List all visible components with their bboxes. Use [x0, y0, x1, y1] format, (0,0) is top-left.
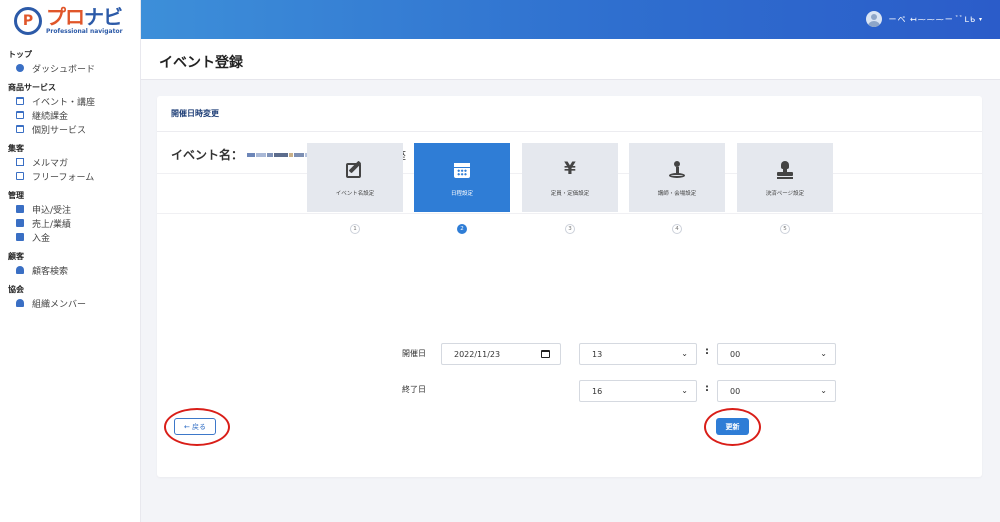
calendar-icon [16, 125, 24, 133]
folder-icon [16, 205, 24, 213]
step-number-5: 5 [780, 224, 790, 234]
sidebar-item-newsletter[interactable]: メルマガ [0, 155, 140, 169]
sidebar-item-customer-search[interactable]: 顧客検索 [0, 263, 140, 277]
start-date-input[interactable]: 2022/11/23 [441, 343, 561, 365]
folder-icon [16, 219, 24, 227]
logo-tagline: Professional navigator [46, 28, 123, 35]
sidebar-item-sales[interactable]: 売上/業績 [0, 216, 140, 230]
start-hour-select[interactable]: 13 ⌄ [579, 343, 697, 365]
page-title: イベント登録 [159, 55, 243, 71]
dashboard-icon [16, 64, 24, 72]
step-label: 講師・会場設定 [657, 191, 697, 197]
nav-section-title: 商品サービス [8, 83, 56, 92]
card-title: 開催日時変更 [171, 109, 219, 118]
step-number-3: 3 [565, 224, 575, 234]
logo[interactable]: P プロナビ Professional navigator [0, 0, 140, 42]
nav-section-title: 管理 [8, 191, 24, 200]
end-date-label: 終了日 [402, 385, 426, 394]
sidebar-item-payments[interactable]: 入金 [0, 230, 140, 244]
highlight-ring-update [704, 408, 761, 446]
time-separator: : [705, 383, 709, 394]
form-icon [16, 172, 24, 180]
calendar-icon [453, 161, 471, 179]
mail-icon [16, 158, 24, 166]
page-header: イベント登録 [141, 39, 1000, 80]
folder-icon [16, 233, 24, 241]
nav-section-association: 協会 組織メンバー [0, 284, 140, 310]
highlight-ring-back [164, 408, 230, 446]
nav-section-top: トップ ダッシュボード [0, 49, 140, 75]
step-label: 日程設定 [450, 191, 473, 197]
divider [157, 213, 982, 214]
nav-section-title: 顧客 [8, 252, 24, 261]
nav-section-title: 集客 [8, 144, 24, 153]
sidebar-item-free-form[interactable]: フリーフォーム [0, 169, 140, 183]
nav-section-title: 協会 [8, 285, 24, 294]
logo-name-a: プロ [46, 5, 85, 29]
divider [157, 131, 982, 132]
chevron-down-icon: ⌄ [820, 349, 827, 358]
step-label: イベント名設定 [335, 191, 375, 197]
sidebar-item-dashboard[interactable]: ダッシュボード [0, 61, 140, 75]
end-hour-select[interactable]: 16 ⌄ [579, 380, 697, 402]
nav-section-management: 管理 申込/受注 売上/業績 入金 [0, 190, 140, 244]
nav-section-products: 商品サービス イベント・講座 継続課金 個別サービス [0, 82, 140, 136]
step-capacity-price[interactable]: ¥ 定員・定価設定 [522, 143, 618, 212]
chevron-down-icon: ⌄ [820, 386, 827, 395]
nav-section-marketing: 集客 メルマガ フリーフォーム [0, 143, 140, 183]
step-number-4: 4 [672, 224, 682, 234]
location-pin-icon [668, 161, 686, 179]
logo-mark-icon: P [14, 7, 42, 35]
step-label: 定員・定価設定 [550, 191, 590, 197]
nav-section-customers: 顧客 顧客検索 [0, 251, 140, 277]
users-icon [16, 266, 24, 274]
calendar-icon [16, 97, 24, 105]
nav-section-title: トップ [8, 50, 32, 59]
logo-name-b: ナビ [84, 5, 123, 29]
user-icon [16, 299, 24, 307]
sidebar-item-subscription[interactable]: 継続課金 [0, 108, 140, 122]
event-name-label: イベント名： [171, 148, 244, 162]
step-number-2: 2 [457, 224, 467, 234]
sidebar-item-individual-service[interactable]: 個別サービス [0, 122, 140, 136]
user-menu[interactable]: ーペ ↤⁓⁓⁓ー ﾞﾞᒪᑲ ▾ [866, 11, 982, 27]
yen-icon: ¥ [564, 159, 576, 179]
user-name: ーペ ↤⁓⁓⁓ー ﾞﾞᒪᑲ [888, 14, 976, 24]
step-instructor-venue[interactable]: 講師・会場設定 [629, 143, 725, 212]
stamp-icon [776, 161, 794, 179]
caret-down-icon: ▾ [978, 15, 982, 23]
end-minute-select[interactable]: 00 ⌄ [717, 380, 836, 402]
avatar-icon [866, 11, 883, 27]
calendar-picker-icon[interactable] [541, 350, 550, 358]
start-minute-select[interactable]: 00 ⌄ [717, 343, 836, 365]
time-separator: : [705, 346, 709, 357]
sidebar: P プロナビ Professional navigator トップ ダッシュボー… [0, 0, 141, 522]
start-date-label: 開催日 [402, 349, 426, 358]
edit-icon [346, 160, 364, 179]
step-number-1: 1 [350, 224, 360, 234]
calendar-icon [16, 111, 24, 119]
step-event-name[interactable]: イベント名設定 [307, 143, 403, 212]
sidebar-item-orders[interactable]: 申込/受注 [0, 202, 140, 216]
step-label: 決済ページ設定 [765, 191, 805, 197]
chevron-down-icon: ⌄ [681, 386, 688, 395]
sidebar-item-members[interactable]: 組織メンバー [0, 296, 140, 310]
step-schedule[interactable]: 日程設定 [414, 143, 510, 212]
top-bar: ーペ ↤⁓⁓⁓ー ﾞﾞᒪᑲ ▾ [141, 0, 1000, 39]
sidebar-item-events[interactable]: イベント・講座 [0, 94, 140, 108]
step-payment-page[interactable]: 決済ページ設定 [737, 143, 833, 212]
chevron-down-icon: ⌄ [681, 349, 688, 358]
